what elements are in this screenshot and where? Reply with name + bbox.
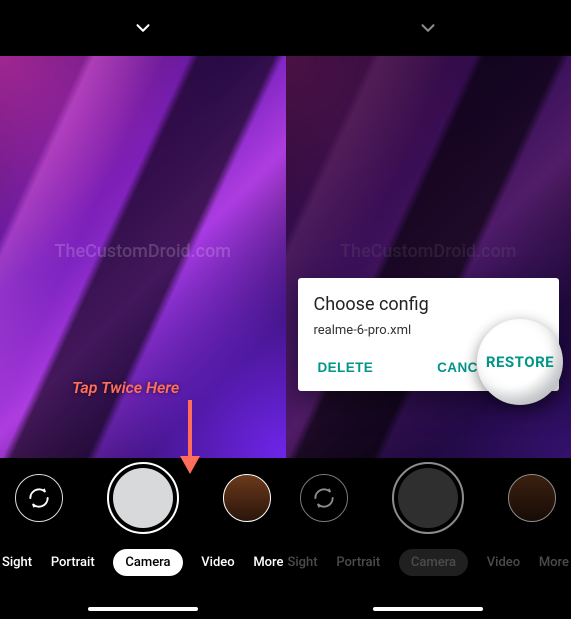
switch-camera-icon — [26, 485, 52, 511]
mode-portrait[interactable]: Portrait — [39, 549, 107, 576]
mode-sight: Sight — [288, 549, 318, 576]
viewfinder[interactable]: TheCustomDroid.com — [0, 56, 286, 458]
dialog-title: Choose config — [314, 294, 544, 315]
mode-selector[interactable]: Sight Portrait Camera Video More — [0, 538, 286, 586]
delete-button[interactable]: DELETE — [314, 352, 378, 383]
watermark: TheCustomDroid.com — [0, 241, 286, 262]
home-indicator[interactable] — [88, 607, 198, 611]
gallery-thumbnail — [508, 474, 556, 522]
phone-left: TheCustomDroid.com Sight Portrait Camera… — [0, 0, 286, 619]
home-indicator[interactable] — [373, 607, 483, 611]
top-bar — [0, 0, 286, 56]
phone-right: TheCustomDroid.com Sight Portrait Camera… — [286, 0, 571, 619]
restore-button[interactable]: RESTORE — [477, 319, 563, 405]
choose-config-dialog: Choose config realme-6-pro.xml DELETE CA… — [298, 278, 560, 391]
mode-camera[interactable]: Camera — [113, 549, 182, 576]
shutter-inner — [113, 468, 173, 528]
switch-camera-icon — [311, 485, 337, 511]
mode-sight[interactable]: Sight — [2, 549, 32, 576]
switch-camera-button[interactable] — [15, 474, 63, 522]
shutter-button[interactable] — [107, 462, 179, 534]
chevron-down-icon[interactable] — [417, 17, 439, 39]
shutter-button — [392, 462, 464, 534]
switch-camera-button — [300, 474, 348, 522]
mode-more[interactable]: More — [253, 549, 283, 576]
top-bar — [286, 0, 571, 56]
mode-portrait: Portrait — [324, 549, 392, 576]
mode-video: Video — [475, 549, 532, 576]
mode-more: More — [539, 549, 569, 576]
mode-camera: Camera — [399, 549, 468, 576]
config-file-name: realme-6-pro.xml — [314, 323, 412, 338]
mode-selector: Sight Portrait Camera Video More — [286, 538, 571, 586]
gallery-thumbnail[interactable] — [223, 474, 271, 522]
shutter-inner — [398, 468, 458, 528]
capture-controls — [0, 458, 286, 538]
capture-controls — [286, 458, 571, 538]
chevron-down-icon[interactable] — [132, 17, 154, 39]
mode-video[interactable]: Video — [189, 549, 246, 576]
